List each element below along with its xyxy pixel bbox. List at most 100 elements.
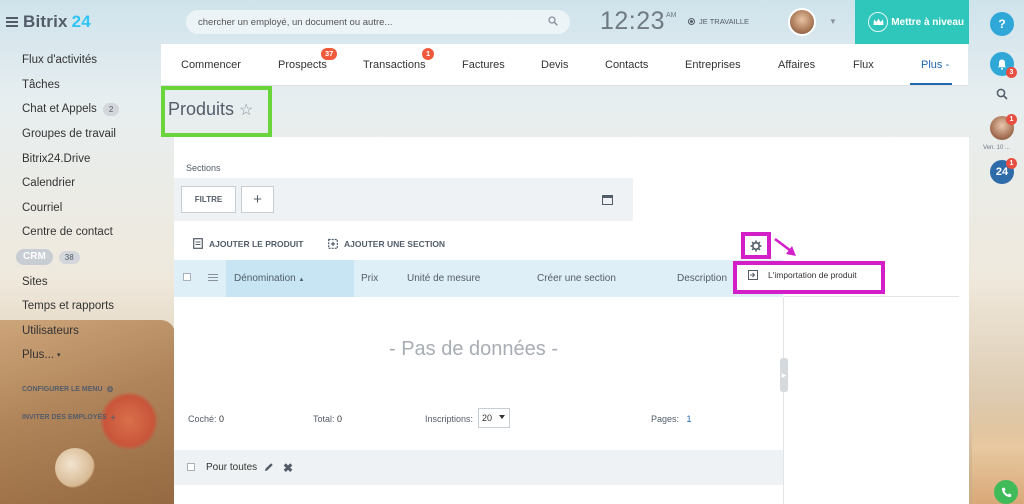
search-input[interactable] [198,16,538,28]
column-header-unite[interactable]: Unité de mesure [407,273,480,284]
sidebar-item-groupes[interactable]: Groupes de travail [22,122,157,147]
total-count: Total: 0 [313,414,343,424]
search-icon[interactable] [996,88,1008,100]
add-section-button[interactable]: AJOUTER UNE SECTION [328,238,445,249]
tab-flux[interactable]: Flux [853,59,874,71]
apply-all-label: Pour toutes [206,462,258,473]
logo[interactable]: Bitrix 24 [6,12,91,32]
recent-date: Ven. 10 ... [983,145,1011,151]
select-all-checkbox[interactable] [183,273,191,281]
inscriptions-label: Inscriptions: [425,414,474,424]
tab-contacts[interactable]: Contacts [605,59,648,71]
column-header-prix[interactable]: Prix [361,273,378,284]
sidebar-item-label: Temps et rapports [22,300,115,313]
column-header-description[interactable]: Description [677,273,727,284]
count-badge: 38 [58,250,80,264]
filter-button[interactable]: FILTRE [181,186,236,213]
tab-commencer[interactable]: Commencer [181,59,241,71]
add-product-label: AJOUTER LE PRODUIT [209,238,304,249]
upgrade-label: Mettre à niveau [891,16,964,28]
sidebar-item-drive[interactable]: Bitrix24.Drive [22,146,157,171]
gear-icon [750,240,762,251]
sidebar-item-calendrier[interactable]: Calendrier [22,171,157,196]
pencil-icon[interactable] [264,462,274,472]
import-product-label: L'importation de produit [768,270,857,280]
sidebar-item-label: Sites [22,275,48,288]
divider [784,296,959,297]
active-tab-underline [910,83,952,85]
tab-affaires[interactable]: Affaires [778,59,815,71]
sidebar-item-temps[interactable]: Temps et rapports [22,294,157,319]
sidebar-item-utilisateurs[interactable]: Utilisateurs [22,319,157,344]
sidebar-item-label: Plus... [22,349,54,362]
invite-employees-label: INVITER DES EMPLOYÉS [22,414,107,422]
settings-gear-button[interactable] [741,232,771,259]
sidebar-item-chat[interactable]: Chat et Appels 2 [22,97,157,122]
empty-state-text: - Pas de données - [389,338,558,360]
sidebar-item-crm[interactable]: CRM 38 [16,245,157,270]
invite-employees-link[interactable]: INVITER DES EMPLOYÉS + [22,404,157,432]
add-filter-button[interactable]: + [241,186,274,213]
help-icon[interactable]: ? [990,12,1014,36]
sidebar-item-courriel[interactable]: Courriel [22,196,157,221]
page-title: Produits ☆ [168,99,254,120]
sidebar-item-taches[interactable]: Tâches [22,73,157,98]
search-bar[interactable] [186,10,570,34]
work-status[interactable]: JE TRAVAILLE [688,17,749,26]
bitrix24-icon[interactable]: 24 1 [990,158,1017,184]
tab-transactions[interactable]: Transactions 1 [363,48,435,71]
avatar[interactable] [788,8,816,36]
add-section-label: AJOUTER UNE SECTION [344,238,446,249]
add-product-button[interactable]: AJOUTER LE PRODUIT [193,238,303,249]
sidebar-item-label: Calendrier [22,177,76,190]
gear-icon: ⚙ [106,385,114,395]
tab-prospects[interactable]: Prospects 37 [278,48,338,71]
sort-asc-icon: ▲ [298,277,305,283]
sidebar-item-label: Flux d'activités [22,54,98,67]
tab-entreprises[interactable]: Entreprises [685,59,741,71]
upgrade-button[interactable]: Mettre à niveau [855,0,969,44]
plus-icon: + [110,413,116,423]
window-icon[interactable] [602,195,613,205]
delete-icon[interactable]: ✖ [283,461,293,475]
chevron-down-icon [499,415,505,419]
sidebar-item-label: Chat et Appels [22,103,97,116]
column-settings-icon[interactable] [208,274,218,282]
folder-plus-icon [328,238,338,249]
notification-badge: 1 [1006,114,1017,125]
count-badge: 37 [321,48,338,60]
sidebar-item-flux[interactable]: Flux d'activités [22,48,157,73]
search-icon[interactable] [548,16,558,26]
phone-icon[interactable] [994,480,1018,504]
panel-collapse-handle[interactable]: ▶ [780,358,788,392]
sidebar-item-label: Bitrix24.Drive [22,152,91,165]
logo-text: Bitrix 24 [23,12,91,31]
clock[interactable]: 12:23 [600,7,665,36]
tab-factures[interactable]: Factures [462,59,505,71]
work-status-label: JE TRAVAILLE [699,17,750,26]
tab-devis[interactable]: Devis [541,59,569,71]
column-header-denomination[interactable]: Dénomination ▲ [234,273,304,284]
checked-count: Coché: 0 [188,414,225,424]
sidebar-item-sites[interactable]: Sites [22,269,157,294]
hamburger-icon[interactable] [6,17,18,27]
bell-icon[interactable]: 3 [990,52,1017,78]
recent-user-avatar[interactable]: 1 [990,114,1017,140]
sidebar-item-plus[interactable]: Plus... ▾ [22,343,157,368]
column-header-creer-section[interactable]: Créer une section [537,273,616,284]
tab-plus[interactable]: Plus - [921,59,949,71]
sidebar-item-label: Centre de contact [22,226,113,239]
chevron-down-icon[interactable]: ▼ [829,17,837,26]
apply-all-checkbox[interactable] [187,463,195,471]
sidebar-item-label: CRM [16,249,53,266]
import-icon [748,270,758,280]
page-size-select[interactable]: 20 [478,408,510,428]
sidebar-item-label: Groupes de travail [22,128,116,141]
work-status-icon [688,18,695,25]
star-icon[interactable]: ☆ [239,100,253,120]
count-badge: 2 [102,102,120,116]
import-product-menu-item[interactable]: L'importation de produit [748,270,857,280]
page-link[interactable]: 1 [687,414,692,424]
sidebar-item-centre-contact[interactable]: Centre de contact [22,220,157,245]
configure-menu-link[interactable]: CONFIGURER LE MENU ⚙ [22,376,157,404]
